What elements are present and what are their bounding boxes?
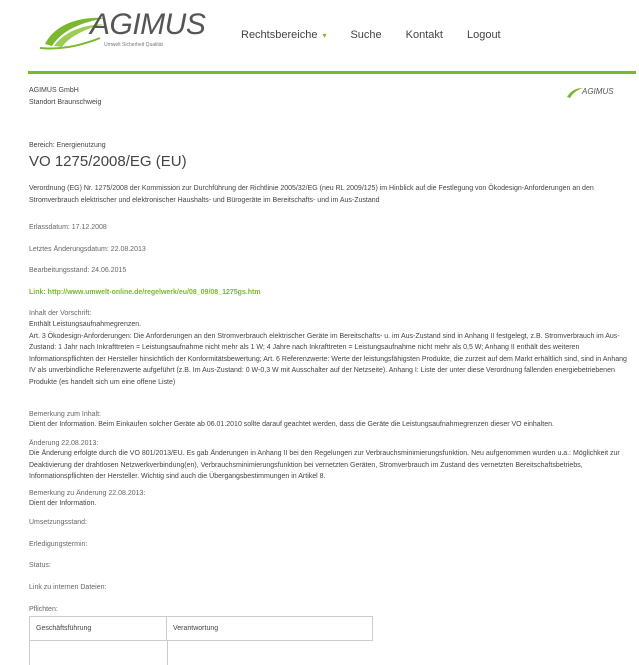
link-interne-dateien: Link zu internen Dateien: xyxy=(29,584,107,591)
description: Verordnung (EG) Nr. 1275/2008 der Kommis… xyxy=(29,185,594,204)
header-divider xyxy=(28,71,636,74)
umsetzungsstand: Umsetzungsstand: xyxy=(29,519,87,526)
agimus-logo[interactable]: AGIMUS Umwelt Sicherheit Qualität xyxy=(40,8,206,56)
nav-label-rechtsbereiche: Rechtsbereiche xyxy=(241,29,318,41)
pflichten-label: Pflichten: xyxy=(29,606,58,613)
table-row: Geschäftsführung Verantwortung xyxy=(29,616,373,641)
main-nav: Rechtsbereiche ▾ Suche Kontakt Logout xyxy=(241,29,525,41)
bemerkung-text: Dient der Information. Beim Einkaufen so… xyxy=(29,421,554,428)
pflichten-table: Geschäftsführung Verantwortung xyxy=(29,616,373,641)
header: AGIMUS Umwelt Sicherheit Qualität Rechts… xyxy=(0,0,639,72)
table-row-continuation xyxy=(29,640,373,665)
bereich: Bereich: Energienutzung xyxy=(29,142,106,149)
company-name: AGIMUS GmbH xyxy=(29,87,79,94)
nav-item-logout[interactable]: Logout xyxy=(467,29,501,41)
inhalt-label: Inhalt der Vorschrift: xyxy=(29,310,92,317)
erlassdatum: Erlassdatum: 17.12.2008 xyxy=(29,224,107,231)
nav-item-suche[interactable]: Suche xyxy=(350,29,381,41)
company-block: AGIMUS GmbH Standort Braunschweig xyxy=(29,85,629,108)
table-header-geschaeftsfuehrung: Geschäftsführung xyxy=(29,616,167,641)
logo-tagline: Umwelt Sicherheit Qualität xyxy=(104,42,163,48)
bemerkung-aenderung-text: Dient der Information. xyxy=(29,500,97,507)
inhalt-text: Enthält Leistungsaufnahmegrenzen. Art. 3… xyxy=(29,321,627,386)
small-logo-text: AGIMUS xyxy=(582,87,614,96)
chevron-down-icon: ▾ xyxy=(322,30,327,40)
nav-item-rechtsbereiche[interactable]: Rechtsbereiche ▾ xyxy=(241,29,326,41)
letztes-aenderungsdatum: Letztes Änderungsdatum: 22.08.2013 xyxy=(29,246,146,253)
table-header-verantwortung: Verantwortung xyxy=(166,616,373,641)
erledigungstermin: Erledigungstermin: xyxy=(29,541,88,548)
bearbeitungsstand: Bearbeitungsstand: 24.06.2015 xyxy=(29,267,127,274)
aenderung-text: Die Änderung erfolgte durch die VO 801/2… xyxy=(29,450,620,481)
status: Status: xyxy=(29,562,51,569)
small-logo: AGIMUS xyxy=(566,87,622,101)
external-link[interactable]: Link: http://www.umwelt-online.de/regelw… xyxy=(29,287,629,299)
logo-brand: AGIMUS xyxy=(90,8,206,41)
company-location: Standort Braunschweig xyxy=(29,98,102,106)
nav-item-kontakt[interactable]: Kontakt xyxy=(406,29,443,41)
page-title: VO 1275/2008/EG (EU) xyxy=(29,153,187,170)
